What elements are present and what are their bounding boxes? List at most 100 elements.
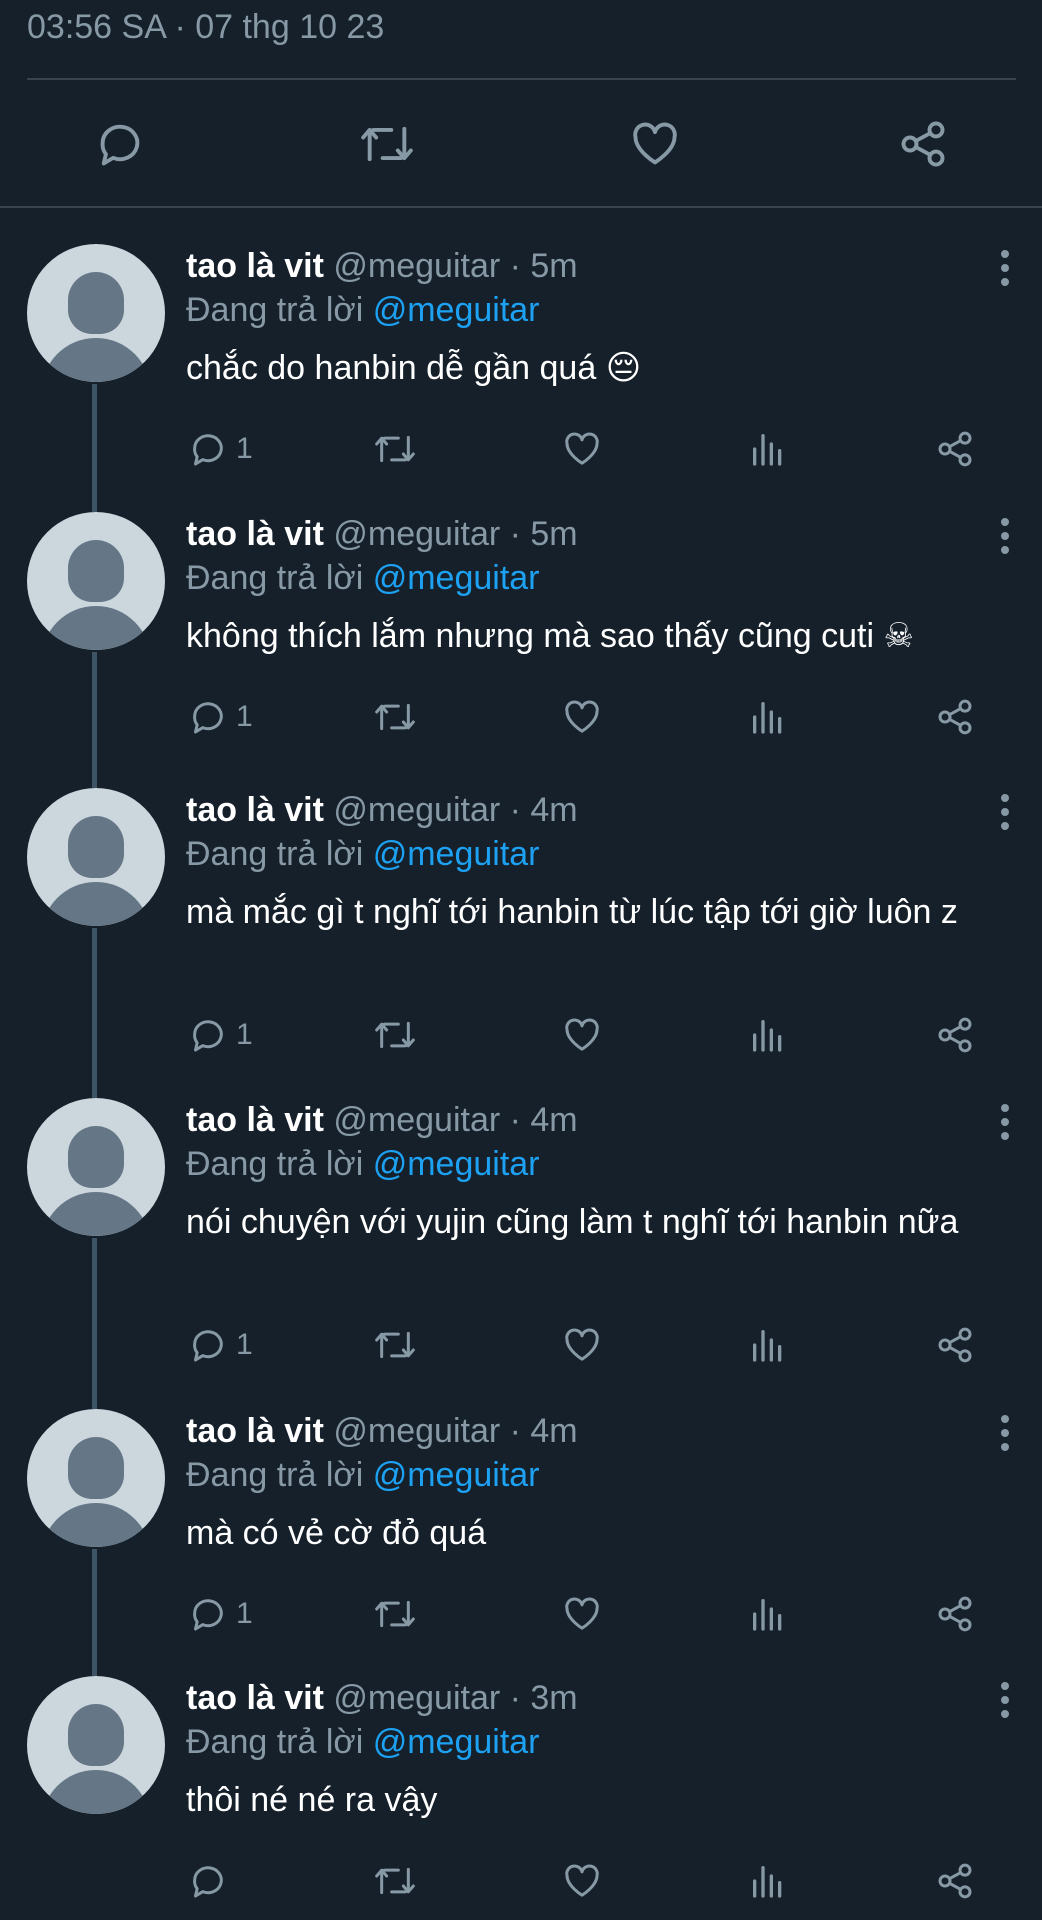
share-button[interactable] — [935, 1589, 975, 1639]
tweet-thread-screen: 03:56 SA · 07 thg 10 23 tao là vit @megu… — [0, 0, 1042, 1920]
like-button[interactable] — [561, 424, 603, 474]
avatar[interactable] — [27, 244, 165, 382]
tweet-header: tao là vit @meguitar · 4m — [186, 1409, 578, 1453]
share-button[interactable] — [935, 1010, 975, 1060]
mention-link[interactable]: @meguitar — [373, 835, 540, 873]
dot-icon — [1001, 546, 1009, 554]
share-button[interactable] — [935, 1320, 975, 1370]
tweet-reply[interactable]: tao là vit @meguitar · 3m Đang trả lời @m… — [0, 1676, 1042, 1920]
retweet-button[interactable] — [372, 692, 418, 742]
dot-icon — [1001, 794, 1009, 802]
share-button[interactable] — [935, 692, 975, 742]
replying-to: Đang trả lời @meguitar — [186, 556, 540, 600]
handle-and-time: @meguitar · 5m — [333, 247, 578, 285]
more-options-button[interactable] — [990, 792, 1020, 832]
like-button[interactable] — [561, 1010, 603, 1060]
share-button[interactable] — [935, 1856, 975, 1906]
display-name[interactable]: tao là vit — [186, 515, 324, 553]
like-button[interactable] — [561, 1856, 603, 1906]
tweet-actions: 1 — [0, 424, 1042, 474]
tweet-actions: 1 — [0, 1589, 1042, 1639]
tweet-reply[interactable]: tao là vit @meguitar · 4m Đang trả lời @m… — [0, 1098, 1042, 1409]
avatar[interactable] — [27, 1676, 165, 1814]
reply-button[interactable]: 1 — [188, 1320, 253, 1370]
analytics-button[interactable] — [748, 1320, 788, 1370]
retweet-icon — [375, 1600, 415, 1628]
like-button[interactable] — [625, 116, 685, 172]
display-name[interactable]: tao là vit — [186, 1101, 324, 1139]
avatar-head — [68, 1437, 124, 1499]
share-button[interactable] — [893, 116, 953, 172]
dot-icon — [1001, 264, 1009, 272]
replying-to-label: Đang trả lời — [186, 1456, 373, 1494]
avatar[interactable] — [27, 788, 165, 926]
avatar[interactable] — [27, 512, 165, 650]
tweet-reply[interactable]: tao là vit @meguitar · 4m Đang trả lời @m… — [0, 1409, 1042, 1676]
retweet-button[interactable] — [372, 1010, 418, 1060]
retweet-button[interactable] — [372, 1589, 418, 1639]
like-button[interactable] — [561, 1589, 603, 1639]
tweet-text: không thích lắm nhưng mà sao thấy cũng c… — [186, 617, 914, 655]
display-name[interactable]: tao là vit — [186, 247, 324, 285]
like-button[interactable] — [561, 692, 603, 742]
analytics-button[interactable] — [748, 1010, 788, 1060]
reply-button[interactable]: 1 — [188, 1589, 253, 1639]
reply-icon — [100, 124, 140, 166]
display-name[interactable]: tao là vit — [186, 1412, 324, 1450]
tweet-reply[interactable]: tao là vit @meguitar · 5m Đang trả lời @m… — [0, 512, 1042, 788]
like-button[interactable] — [561, 1320, 603, 1370]
reply-button[interactable]: 1 — [188, 424, 253, 474]
dot-icon — [1001, 1415, 1009, 1423]
mention-link[interactable]: @meguitar — [373, 1456, 540, 1494]
share-icon — [938, 431, 972, 467]
retweet-icon — [375, 435, 415, 463]
reply-icon — [193, 1866, 223, 1898]
dot-icon — [1001, 278, 1009, 286]
replying-to-label: Đang trả lời — [186, 835, 373, 873]
retweet-icon — [375, 1021, 415, 1049]
handle-and-time: @meguitar · 3m — [333, 1679, 578, 1717]
display-name[interactable]: tao là vit — [186, 1679, 324, 1717]
avatar-body — [41, 1192, 151, 1236]
display-name[interactable]: tao là vit — [186, 791, 324, 829]
analytics-icon — [753, 1866, 782, 1898]
tweet-text: mà có vẻ cờ đỏ quá — [186, 1514, 487, 1552]
reply-button[interactable] — [90, 116, 150, 172]
handle-and-time: @meguitar · 4m — [333, 1412, 578, 1450]
mention-link[interactable]: @meguitar — [373, 1723, 540, 1761]
tweet-actions: 1 — [0, 1320, 1042, 1370]
mention-link[interactable]: @meguitar — [373, 1145, 540, 1183]
analytics-icon — [753, 1599, 782, 1631]
avatar[interactable] — [27, 1098, 165, 1236]
tweet-reply[interactable]: tao là vit @meguitar · 5m Đang trả lời @m… — [0, 244, 1042, 512]
more-options-button[interactable] — [990, 1413, 1020, 1453]
more-options-button[interactable] — [990, 1680, 1020, 1720]
tweet-reply[interactable]: tao là vit @meguitar · 4m Đang trả lời @m… — [0, 788, 1042, 1098]
retweet-icon — [375, 1331, 415, 1359]
mention-link[interactable]: @meguitar — [373, 559, 540, 597]
more-options-button[interactable] — [990, 516, 1020, 556]
divider — [0, 206, 1042, 208]
more-options-button[interactable] — [990, 1102, 1020, 1142]
analytics-button[interactable] — [748, 692, 788, 742]
handle-and-time: @meguitar · 5m — [333, 515, 578, 553]
share-button[interactable] — [935, 424, 975, 474]
analytics-button[interactable] — [748, 424, 788, 474]
retweet-button[interactable] — [357, 116, 417, 172]
reply-button[interactable] — [188, 1856, 236, 1906]
more-options-button[interactable] — [990, 248, 1020, 288]
analytics-icon — [753, 1330, 782, 1362]
avatar[interactable] — [27, 1409, 165, 1547]
tweet-text: nói chuyện với yujin cũng làm t nghĩ tới… — [186, 1203, 959, 1241]
reply-button[interactable]: 1 — [188, 1010, 253, 1060]
mention-link[interactable]: @meguitar — [373, 291, 540, 329]
tweet-text: thôi né né ra vậy — [186, 1781, 438, 1819]
tweet-header: tao là vit @meguitar · 5m — [186, 512, 578, 556]
retweet-button[interactable] — [372, 1320, 418, 1370]
retweet-button[interactable] — [372, 424, 418, 474]
reply-button[interactable]: 1 — [188, 692, 253, 742]
analytics-button[interactable] — [748, 1589, 788, 1639]
tweet-actions: 1 — [0, 692, 1042, 742]
retweet-button[interactable] — [372, 1856, 418, 1906]
analytics-button[interactable] — [748, 1856, 788, 1906]
